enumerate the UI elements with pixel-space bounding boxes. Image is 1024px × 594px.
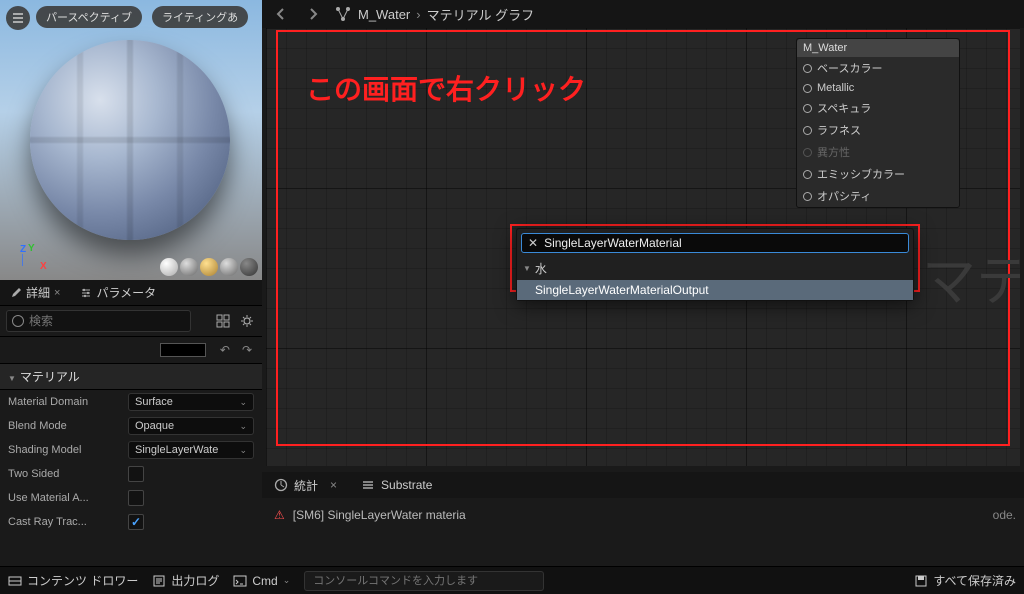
material-preview-viewport[interactable]: パースペクティブ ライティングあ Z│ Y X <box>0 0 262 280</box>
shape-ball-3[interactable] <box>200 258 218 276</box>
prop-cast-ray-traced-label: Cast Ray Trac... <box>8 516 128 528</box>
pin-label: スペキュラ <box>817 100 871 116</box>
breadcrumb-asset[interactable]: M_Water <box>358 7 410 22</box>
stats-message-right: ode. <box>993 508 1016 522</box>
node-input-pin[interactable]: エミッシブカラー <box>797 163 959 185</box>
clear-search-icon[interactable]: ✕ <box>528 236 538 250</box>
save-all-button[interactable]: すべて保存済み <box>914 572 1016 589</box>
close-icon[interactable]: × <box>54 287 60 299</box>
content-drawer-button[interactable]: コンテンツ ドロワー <box>8 572 138 589</box>
perspective-label: パースペクティブ <box>46 9 132 25</box>
axis-gizmo: Z│ Y X <box>8 232 48 272</box>
pin-label: Metallic <box>817 82 854 94</box>
material-graph-canvas[interactable]: この画面で右クリック マテ M_Water ベースカラー Metallic スペキュ… <box>266 28 1020 466</box>
prop-use-material-attrs-label: Use Material A... <box>8 492 128 504</box>
node-input-pin[interactable]: Metallic <box>797 79 959 97</box>
nav-forward-button[interactable] <box>302 3 324 25</box>
pin-icon[interactable] <box>803 192 812 201</box>
context-category[interactable]: 水 <box>517 257 913 280</box>
shape-ball-1[interactable] <box>160 258 178 276</box>
node-input-pin[interactable]: ラフネス <box>797 119 959 141</box>
nav-back-button[interactable] <box>270 3 292 25</box>
chevron-down-icon: ⌄ <box>239 421 247 432</box>
grid-view-icon[interactable] <box>214 312 232 330</box>
lighting-label: ライティングあ <box>162 9 238 25</box>
log-icon <box>152 574 166 588</box>
pin-icon[interactable] <box>803 64 812 73</box>
graph-icon <box>334 5 352 23</box>
annotation-text: この画面で右クリック <box>306 68 586 108</box>
node-title: M_Water <box>797 39 959 57</box>
preview-sphere <box>30 40 230 240</box>
stats-icon <box>274 478 288 492</box>
search-input[interactable] <box>6 310 191 332</box>
shape-ball-2[interactable] <box>180 258 198 276</box>
output-log-button[interactable]: 出力ログ <box>152 572 219 589</box>
pin-label: オパシティ <box>817 188 871 204</box>
prop-shading-model-label: Shading Model <box>8 444 128 456</box>
node-input-pin[interactable]: ベースカラー <box>797 57 959 79</box>
pin-label: 異方性 <box>817 144 850 160</box>
warning-icon: ⚠ <box>274 508 285 522</box>
chevron-down-icon: ⌄ <box>239 445 247 456</box>
section-material[interactable]: マテリアル <box>0 363 262 390</box>
breadcrumb-graph[interactable]: マテリアル グラフ <box>427 5 534 24</box>
context-menu-item[interactable]: SingleLayerWaterMaterialOutput <box>517 280 913 300</box>
chevron-right-icon: › <box>416 7 420 22</box>
console-command-input[interactable] <box>304 571 544 591</box>
node-input-pin[interactable]: オパシティ <box>797 185 959 207</box>
terminal-icon <box>233 574 247 588</box>
tab-stats[interactable]: 統計 × <box>262 473 349 498</box>
prop-blend-mode-label: Blend Mode <box>8 420 128 432</box>
breadcrumb: M_Water › マテリアル グラフ <box>334 5 534 24</box>
checkbox-two-sided[interactable] <box>128 466 144 482</box>
tab-details[interactable]: 詳細 × <box>0 280 70 305</box>
save-icon <box>914 574 928 588</box>
viewport-perspective-pill[interactable]: パースペクティブ <box>36 6 142 28</box>
context-search-input[interactable] <box>544 236 902 250</box>
pencil-icon <box>10 287 22 299</box>
dropdown-material-domain[interactable]: Surface⌄ <box>128 393 254 411</box>
preview-shape-selector[interactable] <box>160 258 258 276</box>
pin-icon[interactable] <box>803 148 812 157</box>
node-input-pin[interactable]: スペキュラ <box>797 97 959 119</box>
prop-material-domain-label: Material Domain <box>8 396 128 408</box>
prop-two-sided-label: Two Sided <box>8 468 128 480</box>
pin-icon[interactable] <box>803 170 812 179</box>
drawer-icon <box>8 574 22 588</box>
checkbox-cast-ray-traced[interactable] <box>128 514 144 530</box>
pin-icon[interactable] <box>803 104 812 113</box>
pin-label: ベースカラー <box>817 60 882 76</box>
gear-icon[interactable] <box>238 312 256 330</box>
tab-details-label: 詳細 <box>26 284 50 301</box>
viewport-lighting-pill[interactable]: ライティングあ <box>152 6 248 28</box>
tab-parameters-label: パラメータ <box>96 284 156 301</box>
tab-parameters[interactable]: パラメータ <box>70 280 166 305</box>
undo-icon[interactable]: ↶ <box>220 343 230 357</box>
color-swatch[interactable] <box>160 343 206 357</box>
checkbox-use-material-attrs[interactable] <box>128 490 144 506</box>
pin-icon[interactable] <box>803 126 812 135</box>
close-icon[interactable]: × <box>330 478 337 492</box>
material-result-node[interactable]: M_Water ベースカラー Metallic スペキュララフネス異方性エミッシブカ… <box>796 38 960 208</box>
chevron-down-icon: ⌄ <box>283 575 291 586</box>
chevron-down-icon: ⌄ <box>239 397 247 408</box>
shape-ball-5[interactable] <box>240 258 258 276</box>
viewport-menu-button[interactable] <box>6 6 30 30</box>
pin-label: エミッシブカラー <box>817 166 905 182</box>
dropdown-blend-mode[interactable]: Opaque⌄ <box>128 417 254 435</box>
layers-icon <box>361 478 375 492</box>
graph-context-menu: ✕ 水 SingleLayerWaterMaterialOutput <box>516 228 914 301</box>
pin-icon[interactable] <box>803 84 812 93</box>
pin-label: ラフネス <box>817 122 861 138</box>
watermark-text: マテ <box>922 237 1020 316</box>
dropdown-shading-model[interactable]: SingleLayerWate⌄ <box>128 441 254 459</box>
node-input-pin[interactable]: 異方性 <box>797 141 959 163</box>
tab-substrate[interactable]: Substrate <box>349 474 444 496</box>
sliders-icon <box>80 287 92 299</box>
cmd-label[interactable]: Cmd ⌄ <box>233 574 290 588</box>
shape-ball-4[interactable] <box>220 258 238 276</box>
redo-icon[interactable]: ↷ <box>242 343 252 357</box>
stats-message: [SM6] SingleLayerWater materia <box>293 508 466 522</box>
